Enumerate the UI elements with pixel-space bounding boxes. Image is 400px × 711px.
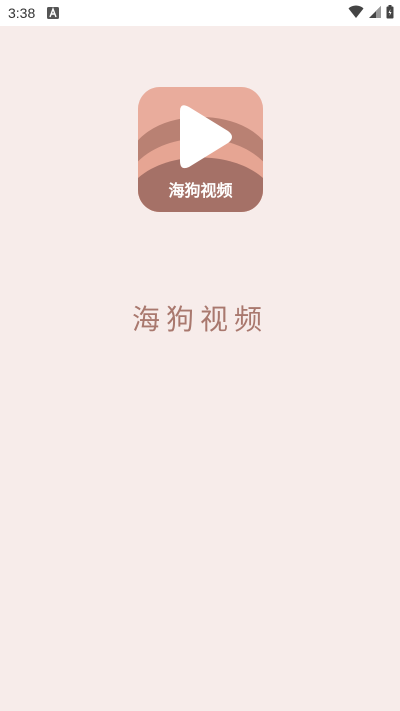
status-icons — [348, 4, 394, 23]
logo-text: 海狗视频 — [168, 181, 232, 200]
status-bar: 3:38 — [0, 0, 400, 26]
app-name-title: 海狗视频 — [131, 303, 268, 336]
signal-icon — [368, 4, 382, 23]
splash-screen: 3:38 海狗视频 海狗视频 — [0, 0, 400, 711]
app-logo: 海狗视频 — [138, 87, 263, 212]
status-time: 3:38 — [8, 5, 36, 21]
wifi-icon — [348, 4, 364, 23]
a-icon — [47, 7, 60, 19]
battery-icon — [386, 4, 394, 23]
